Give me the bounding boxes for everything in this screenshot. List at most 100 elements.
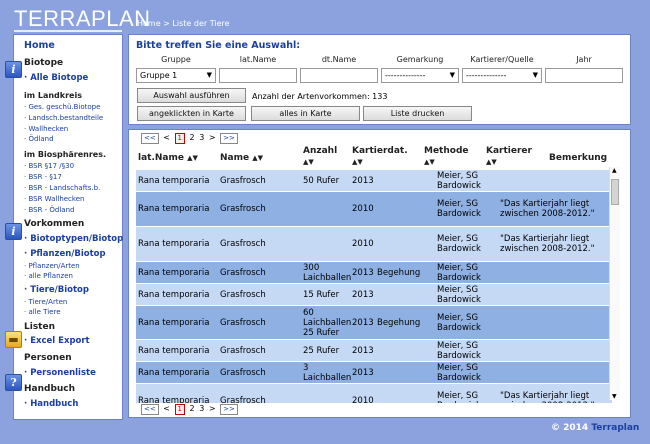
selected-on-map-button[interactable]: angeklickten in Karte	[137, 106, 246, 121]
table-row[interactable]: Rana temporaria Grasfrosch 15 Rufer 2013 Mei…	[136, 284, 612, 305]
sidebar-link-handbuch[interactable]: · Handbuch	[24, 399, 78, 409]
sidebar-link-biotoptypen[interactable]: · Biotoptypen/Biotop	[24, 234, 123, 244]
table-row[interactable]: Rana temporaria Grasfrosch 3 Laichballen 20…	[136, 362, 612, 383]
sidebar-link-alle-biotope[interactable]: · Alle Biotope	[24, 73, 88, 83]
cell-name: Grasfrosch	[220, 176, 266, 186]
pager-page-2[interactable]: 2	[190, 404, 195, 413]
cell-datum: 2013	[352, 368, 374, 378]
table-row[interactable]: Rana temporaria Grasfrosch 60 Laichballen …	[136, 306, 612, 339]
cell-lat: Rana temporaria	[138, 204, 210, 214]
cell-anzahl: 15 Rufer	[303, 290, 340, 300]
pager-last[interactable]: >>	[220, 404, 238, 415]
col-bemerkung: Bemerkung	[549, 153, 608, 163]
all-on-map-button[interactable]: alles in Karte	[251, 106, 360, 121]
latname-input[interactable]	[219, 68, 297, 83]
scroll-down-icon[interactable]: ▼	[612, 393, 617, 400]
sidebar-link-pflanzen-arten[interactable]: · Pflanzen/Arten	[24, 262, 80, 270]
pager-page-2[interactable]: 2	[190, 133, 195, 142]
cell-datum: 2013	[352, 290, 374, 300]
cell-lat: Rana temporaria	[138, 239, 210, 249]
logo: TERRAPLAN	[14, 6, 151, 31]
sidebar-link-oedland[interactable]: · Ödland	[24, 135, 54, 143]
cell-bemerkung: "Das Kartierjahr liegt zwischen 2008-201…	[500, 391, 595, 403]
sidebar-link-bsr-landschafts[interactable]: · BSR - Landschafts.b.	[24, 184, 100, 192]
cell-bemerkung: "Das Kartierjahr liegt zwischen 2008-201…	[500, 199, 595, 219]
cell-kartierer: Meier, SG Bardowick	[437, 363, 481, 383]
sidebar-link-wallhecken[interactable]: · Wallhecken	[24, 125, 68, 133]
table-row[interactable]: Rana temporaria Grasfrosch 300 Laichballen…	[136, 262, 612, 283]
pager-prev[interactable]: <	[163, 133, 170, 142]
scroll-thumb[interactable]	[611, 179, 619, 205]
print-list-button[interactable]: Liste drucken	[363, 106, 472, 121]
cell-kartierer: Meier, SG Bardowick	[437, 234, 481, 254]
cell-anzahl: 50 Rufer	[303, 176, 340, 186]
breadcrumb-home[interactable]: Home	[137, 19, 161, 28]
cell-lat: Rana temporaria	[138, 346, 210, 356]
pager-first[interactable]: <<	[141, 404, 159, 415]
sidebar-link-pflanzen-biotop[interactable]: · Pflanzen/Biotop	[24, 249, 106, 259]
sidebar-link-landsch[interactable]: · Landsch.bestandteile	[24, 114, 103, 122]
sidebar-link-alle-pflanzen[interactable]: · alle Pflanzen	[24, 272, 73, 280]
col-latname[interactable]: lat.Name ▲▼	[138, 153, 198, 164]
sidebar-link-bsr-wallhecken[interactable]: · BSR Wallhecken	[24, 195, 84, 203]
pager-first[interactable]: <<	[141, 133, 159, 144]
sidebar-link-bsr-17-30[interactable]: · BSR §17 /§30	[24, 162, 74, 170]
col-methode[interactable]: Methode ▲▼	[424, 146, 469, 168]
pager-page-3[interactable]: 3	[199, 133, 204, 142]
pager-page-1[interactable]: 1	[174, 133, 185, 144]
pager-page-3[interactable]: 3	[199, 404, 204, 413]
sidebar-link-excel-export[interactable]: · Excel Export	[24, 336, 90, 346]
col-anzahl[interactable]: Anzahl ▲▼	[303, 146, 337, 168]
col-anzahl-label: Anzahl	[303, 146, 338, 156]
table-scrollbar[interactable]: ▲ ▼	[609, 167, 620, 400]
col-name[interactable]: Name ▲▼	[220, 153, 263, 164]
sidebar-link-tiere-biotop[interactable]: · Tiere/Biotop	[24, 285, 89, 295]
table-row[interactable]: Rana temporaria Grasfrosch 25 Rufer 2013 Mei…	[136, 340, 612, 361]
sidebar-link-alle-tiere[interactable]: · alle Tiere	[24, 308, 61, 316]
col-latname-label: lat.Name	[138, 153, 184, 163]
sort-icon: ▲▼	[187, 154, 198, 162]
cell-name: Grasfrosch	[220, 368, 266, 378]
breadcrumb-current: Liste der Tiere	[172, 19, 230, 28]
header-gemarkung: Gemarkung	[396, 55, 444, 64]
sort-icon: ▲▼	[352, 158, 363, 166]
run-selection-button[interactable]: Auswahl ausführen	[137, 88, 246, 103]
gemarkung-select[interactable]: -------------- ▼	[381, 68, 459, 83]
copyright-text: © 2014	[551, 423, 589, 433]
table-row[interactable]: Rana temporaria Grasfrosch 2010 Meier, SG B…	[136, 192, 612, 226]
pager-bottom: << < 1 2 3 > >>	[141, 404, 240, 415]
cell-name: Grasfrosch	[220, 396, 266, 403]
jahr-input[interactable]	[545, 68, 623, 83]
cell-lat: Rana temporaria	[138, 290, 210, 300]
table-row[interactable]: Rana temporaria Grasfrosch 2010 Meier, SG B…	[136, 384, 612, 403]
pager-prev[interactable]: <	[163, 404, 170, 413]
cell-kartierer: Meier, SG Bardowick	[437, 171, 481, 191]
sidebar-link-personenliste[interactable]: · Personenliste	[24, 368, 96, 378]
gruppe-select[interactable]: Gruppe 1 ▼	[136, 68, 216, 83]
cell-name: Grasfrosch	[220, 290, 266, 300]
scroll-up-icon[interactable]: ▲	[612, 167, 617, 174]
sidebar-link-bsr-17[interactable]: · BSR - §17	[24, 173, 62, 181]
pager-next[interactable]: >	[209, 133, 216, 142]
kartierer-select[interactable]: -------------- ▼	[462, 68, 542, 83]
pager-last[interactable]: >>	[220, 133, 238, 144]
help-icon: ?	[5, 374, 22, 391]
cell-name: Grasfrosch	[220, 204, 266, 214]
sidebar-link-tiere-arten[interactable]: · Tiere/Arten	[24, 298, 67, 306]
footer-brand-link[interactable]: Terraplan	[591, 423, 639, 433]
sidebar-home-link[interactable]: Home	[24, 40, 55, 51]
table-row[interactable]: Rana temporaria Grasfrosch 50 Rufer 2013 Mei…	[136, 170, 612, 191]
sidebar-link-bsr-oedland[interactable]: · BSR - Ödland	[24, 206, 74, 214]
sidebar-link-ges-biotope[interactable]: · Ges. geschü.Biotope	[24, 103, 100, 111]
results-panel: << < 1 2 3 > >> lat.Name ▲▼ Name ▲▼ Anza…	[128, 129, 631, 418]
col-kartierer[interactable]: Kartierer ▲▼	[486, 146, 532, 168]
col-kartierdat-label: Kartierdat.	[352, 146, 408, 156]
pager-page-1[interactable]: 1	[174, 404, 185, 415]
cell-methode: Begehung	[377, 268, 421, 278]
col-kartierdat[interactable]: Kartierdat. ▲▼	[352, 146, 408, 168]
table-row[interactable]: Rana temporaria Grasfrosch 2010 Meier, SG B…	[136, 227, 612, 261]
cell-lat: Rana temporaria	[138, 268, 210, 278]
dtname-input[interactable]	[300, 68, 378, 83]
cell-datum: 2010	[352, 396, 374, 403]
pager-next[interactable]: >	[209, 404, 216, 413]
